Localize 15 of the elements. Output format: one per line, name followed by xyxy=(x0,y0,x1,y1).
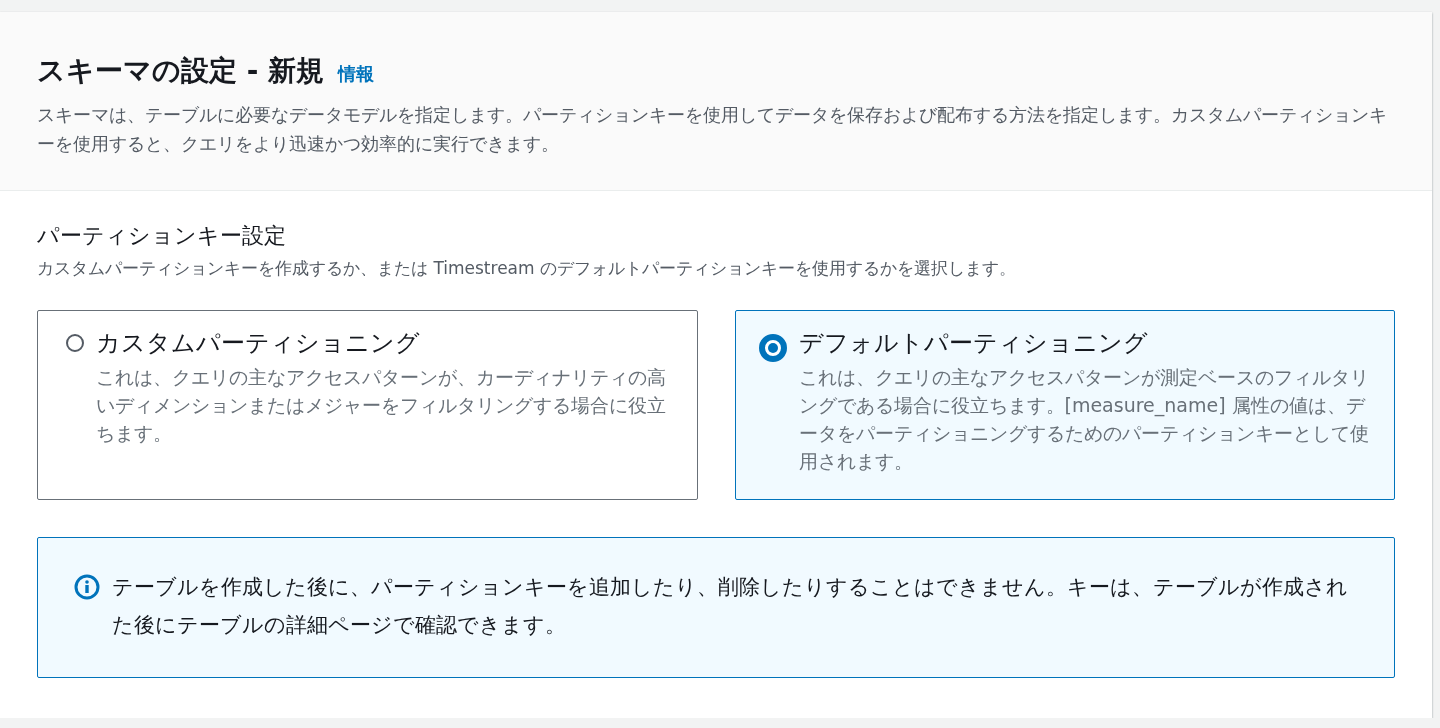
option-label: カスタムパーティショニング xyxy=(96,328,421,359)
option-description: これは、クエリの主なアクセスパターンが測定ベースのフィルタリングである場合に役立ちます。[measure_name] 属性の値は、データをパーティショニングするためのパーティションキーとして使用されます。 xyxy=(798,365,1370,474)
info-link[interactable]: 情報 xyxy=(338,62,375,86)
option-label: デフォルトパーティショニング xyxy=(798,328,1149,359)
panel-description: スキーマは、テーブルに必要なデータモデルを指定します。パーティションキーを使用してデータを保存および配布する方法を指定します。カスタムパーティションキーを使用すると、クエリをより迅速かつ効率的に実行できます。 xyxy=(37,103,1388,156)
field-label: パーティションキー設定 xyxy=(37,222,287,250)
radio-button[interactable] xyxy=(66,334,84,352)
info-icon xyxy=(74,574,100,600)
option-description: これは、クエリの主なアクセスパターンが、カーディナリティの高いディメンションまたはメジャーをフィルタリングする場合に役立ちます。 xyxy=(96,365,667,446)
radio-tile[interactable]: カスタムパーティショニング これは、クエリの主なアクセスパターンが、カーディナリティの高いディメンションまたはメジャーをフィルタリングする場合に役立ちます。 xyxy=(37,310,698,500)
radio-tile[interactable]: デフォルトパーティショニング これは、クエリの主なアクセスパターンが測定ベースのフィルタリングである場合に役立ちます。[measure_name] 属性の値は、データをパーティショニングするためのパーティションキーとして使用されます。 xyxy=(734,310,1395,500)
field-description: カスタムパーティションキーを作成するか、または Timestream のデフォルトパーティションキーを使用するかを選択します。 xyxy=(37,257,1017,280)
panel-title: スキーマの設定 - 新規 xyxy=(37,53,325,89)
radio-button[interactable] xyxy=(758,334,787,362)
alert-text: テーブルを作成した後に、パーティションキーを追加したり、削除したりすることはできません。キーは、テーブルが作成された後にテーブルの詳細ページで確認できます。 xyxy=(112,574,1349,639)
